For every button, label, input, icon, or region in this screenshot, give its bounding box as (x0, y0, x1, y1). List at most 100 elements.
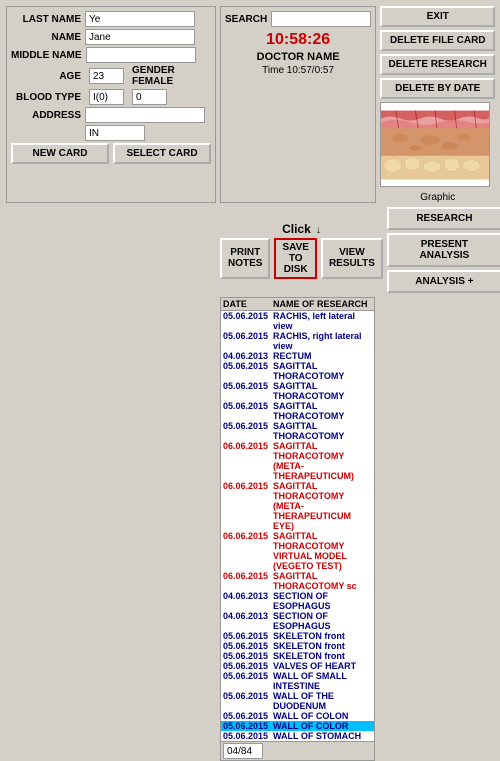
search-row: SEARCH (225, 11, 371, 27)
table-row[interactable]: 05.06.2015SAGITTAL THORACOTOMY (221, 361, 374, 381)
td-date: 06.06.2015 (223, 481, 273, 531)
td-research: SKELETON front (273, 651, 345, 661)
table-row[interactable]: 04.06.2013SECTION OF ESOPHAGUS (221, 591, 374, 611)
in-row (11, 125, 211, 141)
time-display: 10:58:26 (225, 31, 371, 49)
table-row[interactable]: 05.06.2015SKELETON front (221, 631, 374, 641)
td-date: 05.06.2015 (223, 691, 273, 711)
last-name-input[interactable] (85, 11, 195, 27)
blood-type-row: BLOOD TYPE (11, 89, 211, 105)
td-research: SECTION OF ESOPHAGUS (273, 611, 372, 631)
td-research: SAGITTAL THORACOTOMY (META-THERAPEUTICUM… (273, 481, 372, 531)
table-row[interactable]: 06.06.2015SAGITTAL THORACOTOMY sc (221, 571, 374, 591)
table-body[interactable]: 05.06.2015RACHIS, left lateral view05.06… (221, 311, 374, 741)
table-row[interactable]: 05.06.2015WALL OF THE DUODENUM (221, 691, 374, 711)
select-card-button[interactable]: SELECT CARD (113, 143, 211, 164)
gender-label: GENDER FEMALE (132, 65, 211, 87)
td-date: 05.06.2015 (223, 361, 273, 381)
blood-type-label: BLOOD TYPE (11, 92, 81, 103)
td-date: 05.06.2015 (223, 421, 273, 441)
search-input[interactable] (271, 11, 371, 27)
td-date: 05.06.2015 (223, 731, 273, 741)
name-row: NAME (11, 29, 211, 45)
td-research: SKELETON front (273, 641, 345, 651)
td-date: 05.06.2015 (223, 631, 273, 641)
td-research: WALL OF COLOR (273, 721, 348, 731)
name-label: NAME (11, 32, 81, 43)
middle-name-input[interactable] (86, 47, 196, 63)
table-row[interactable]: 05.06.2015SKELETON front (221, 641, 374, 651)
table-row[interactable]: 05.06.2015RACHIS, right lateral view (221, 331, 374, 351)
table-footer (221, 741, 374, 760)
td-research: SAGITTAL THORACOTOMY (273, 421, 372, 441)
td-date: 04.06.2013 (223, 351, 273, 361)
table-header: DATE NAME OF RESEARCH (221, 298, 374, 311)
table-row[interactable]: 06.06.2015SAGITTAL THORACOTOMY VIRTUAL M… (221, 531, 374, 571)
table-row[interactable]: 05.06.2015WALL OF COLOR (221, 721, 374, 731)
table-row[interactable]: 05.06.2015SAGITTAL THORACOTOMY (221, 401, 374, 421)
toolbar-main: Click ↓ PRINT NOTES SAVE TO DISK VIEW RE… (220, 222, 383, 279)
address-row: ADDRESS (11, 107, 211, 123)
table-row[interactable]: 04.06.2013SECTION OF ESOPHAGUS (221, 611, 374, 631)
exit-button[interactable]: EXIT (380, 6, 495, 27)
td-research: WALL OF COLON (273, 711, 348, 721)
middle-info-panel: SEARCH 10:58:26 DOCTOR NAME Time 10:57/0… (220, 6, 376, 203)
delete-file-card-button[interactable]: DELETE FILE CARD (380, 30, 495, 51)
last-name-label: LAST NAME (11, 14, 81, 25)
td-date: 06.06.2015 (223, 531, 273, 571)
table-row[interactable]: 05.06.2015RACHIS, left lateral view (221, 311, 374, 331)
print-notes-button[interactable]: PRINT NOTES (220, 238, 270, 279)
table-row[interactable]: 06.06.2015SAGITTAL THORACOTOMY (META-THE… (221, 481, 374, 531)
table-row[interactable]: 05.06.2015SAGITTAL THORACOTOMY (221, 381, 374, 401)
table-row[interactable]: 05.06.2015WALL OF COLON (221, 711, 374, 721)
td-research: SAGITTAL THORACOTOMY (273, 401, 372, 421)
td-research: SKELETON front (273, 631, 345, 641)
td-research: SAGITTAL THORACOTOMY (273, 361, 372, 381)
table-row[interactable]: 05.06.2015SAGITTAL THORACOTOMY (221, 421, 374, 441)
table-row[interactable]: 06.06.2015SAGITTAL THORACOTOMY (META-THE… (221, 441, 374, 481)
td-date: 05.06.2015 (223, 671, 273, 691)
time-small: Time 10:57/0:57 (225, 65, 371, 76)
middle-name-label: MIDDLE NAME (11, 50, 82, 61)
search-label: SEARCH (225, 14, 267, 25)
delete-research-button[interactable]: DELETE RESEARCH (380, 54, 495, 75)
td-research: RECTUM (273, 351, 312, 361)
right-analysis-buttons: RESEARCH PRESENT ANALYSIS ANALYSIS + (387, 207, 500, 293)
table-row[interactable]: 05.06.2015SKELETON front (221, 651, 374, 661)
table-row[interactable]: 05.06.2015VALVES OF HEART (221, 661, 374, 671)
address-input[interactable] (85, 107, 205, 123)
td-research: SAGITTAL THORACOTOMY (META-THERAPEUTICUM… (273, 441, 372, 481)
graphic-label: Graphic (380, 192, 495, 203)
table-row[interactable]: 05.06.2015WALL OF STOMACH (221, 731, 374, 741)
td-date: 06.06.2015 (223, 571, 273, 591)
analysis-plus-button[interactable]: ANALYSIS + (387, 270, 500, 293)
td-research: WALL OF THE DUODENUM (273, 691, 372, 711)
footer-input[interactable] (223, 743, 263, 759)
age-label: AGE (11, 71, 81, 82)
delete-by-date-button[interactable]: DELETE BY DATE (380, 78, 495, 99)
blood-value2-input[interactable] (132, 89, 167, 105)
td-date: 05.06.2015 (223, 721, 273, 731)
td-date: 06.06.2015 (223, 441, 273, 481)
main-container: LAST NAME NAME MIDDLE NAME AGE GENDER FE… (0, 0, 500, 500)
present-analysis-button[interactable]: PRESENT ANALYSIS (387, 233, 500, 267)
blood-type-input[interactable] (89, 89, 124, 105)
research-button[interactable]: RESEARCH (387, 207, 500, 230)
age-input[interactable] (89, 68, 124, 84)
table-row[interactable]: 05.06.2015WALL OF SMALL INTESTINE (221, 671, 374, 691)
toolbar-buttons: PRINT NOTES SAVE TO DISK VIEW RESULTS (220, 238, 383, 279)
in-input[interactable] (85, 125, 145, 141)
name-input[interactable] (85, 29, 195, 45)
new-card-button[interactable]: NEW CARD (11, 143, 109, 164)
save-to-disk-button[interactable]: SAVE TO DISK (274, 238, 317, 279)
click-arrow: ↓ (316, 225, 321, 236)
td-date: 05.06.2015 (223, 311, 273, 331)
age-gender-row: AGE GENDER FEMALE (11, 65, 211, 87)
right-spacer (379, 297, 494, 761)
data-table-container: DATE NAME OF RESEARCH 05.06.2015RACHIS, … (220, 297, 375, 761)
view-results-button[interactable]: VIEW RESULTS (321, 238, 383, 279)
table-row[interactable]: 04.06.2013RECTUM (221, 351, 374, 361)
td-date: 05.06.2015 (223, 711, 273, 721)
td-date: 05.06.2015 (223, 651, 273, 661)
click-label: Click (282, 222, 311, 236)
